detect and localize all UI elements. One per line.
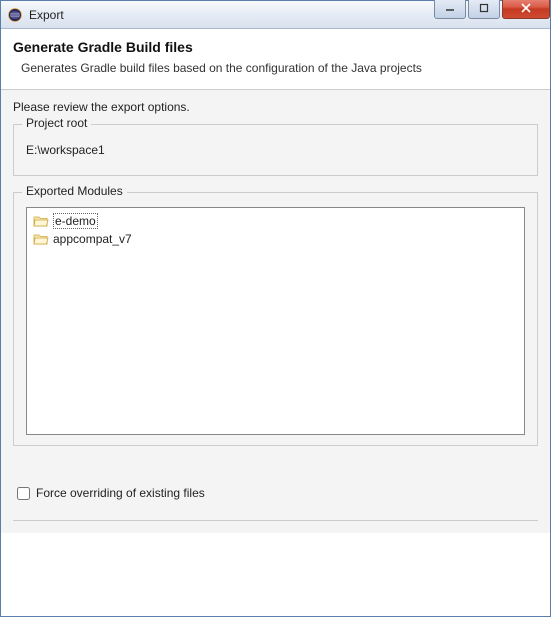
divider	[13, 520, 538, 521]
force-override-label[interactable]: Force overriding of existing files	[36, 486, 205, 500]
exported-modules-group: Exported Modules e-demo	[13, 192, 538, 446]
list-item[interactable]: e-demo	[33, 212, 518, 230]
list-item[interactable]: appcompat_v7	[33, 230, 518, 248]
exported-modules-label: Exported Modules	[22, 184, 127, 198]
dialog-header: Generate Gradle Build files Generates Gr…	[1, 29, 550, 90]
folder-icon	[33, 232, 49, 246]
page-title: Generate Gradle Build files	[13, 39, 538, 55]
window-title: Export	[29, 8, 64, 22]
module-name: appcompat_v7	[53, 232, 132, 246]
maximize-button[interactable]	[468, 0, 500, 19]
folder-icon	[33, 214, 49, 228]
titlebar[interactable]: Export	[1, 1, 550, 29]
force-override-row: Force overriding of existing files	[13, 486, 538, 500]
project-root-value: E:\workspace1	[26, 139, 525, 163]
project-root-label: Project root	[22, 116, 91, 130]
modules-list[interactable]: e-demo appcompat_v7	[26, 207, 525, 435]
window-controls	[432, 0, 550, 19]
module-name: e-demo	[53, 213, 98, 229]
page-description: Generates Gradle build files based on th…	[13, 59, 443, 77]
eclipse-icon	[7, 7, 23, 23]
close-button[interactable]	[502, 0, 550, 19]
project-root-group: Project root E:\workspace1	[13, 124, 538, 176]
dialog-content: Generate Gradle Build files Generates Gr…	[1, 29, 550, 533]
export-dialog: Export Generate Gradle Build files Gener…	[0, 0, 551, 617]
force-override-checkbox[interactable]	[17, 487, 30, 500]
minimize-button[interactable]	[434, 0, 466, 19]
dialog-body: Please review the export options. Projec…	[1, 90, 550, 533]
review-instruction: Please review the export options.	[13, 100, 538, 114]
